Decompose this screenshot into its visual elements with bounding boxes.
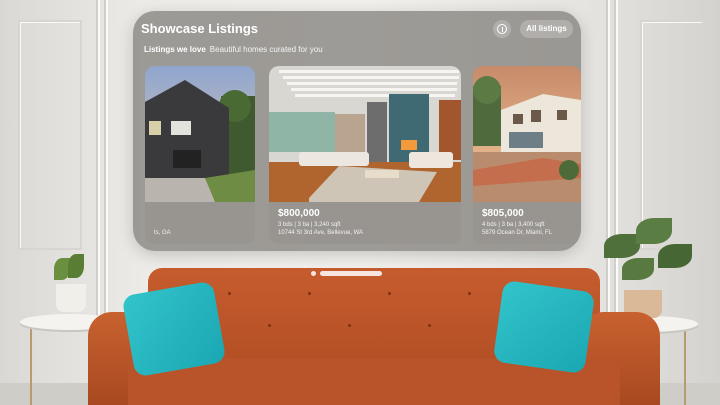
plant-leaf (68, 254, 84, 278)
listing-photo (473, 66, 581, 202)
window-title: Showcase Listings (141, 21, 259, 36)
plant-leaf (658, 244, 692, 268)
listing-card[interactable]: $800,000 3 bds | 3 ba | 3,240 sqft 10744… (269, 66, 461, 244)
plant-leaf (604, 234, 640, 258)
pillow-right (492, 279, 596, 375)
listing-photo (145, 66, 255, 202)
info-icon-glyph (501, 26, 503, 32)
section-subheading: Beautiful homes curated for you (209, 45, 323, 54)
window-close-dot[interactable] (311, 271, 316, 276)
table-leg (684, 324, 686, 405)
listing-address: ts, GA (154, 230, 171, 236)
listing-card[interactable]: $805,000 4 bds | 3 ba | 3,400 sqft 5879 … (473, 66, 581, 244)
listings-window: Showcase Listings All listings Listings … (133, 11, 581, 251)
listing-specs: 3 bds | 3 ba | 3,240 sqft (278, 222, 341, 228)
listing-address: 5879 Ocean Dr, Miami, FL (482, 230, 553, 236)
listing-specs: 4 bds | 3 ba | 3,400 sqft (482, 222, 545, 228)
listing-card[interactable]: ts, GA (145, 66, 255, 244)
listing-price: $800,000 (278, 208, 320, 219)
section-heading: Listings we love (144, 45, 206, 54)
window-grabber[interactable] (320, 271, 382, 276)
info-button[interactable] (493, 20, 511, 38)
sofa-tuft (468, 292, 471, 295)
sofa-tuft (268, 324, 271, 327)
sofa-tuft (348, 324, 351, 327)
listing-address: 10744 St 3rd Ave, Bellevue, WA (278, 230, 364, 236)
section-header: Listings we love Beautiful homes curated … (144, 45, 323, 54)
listing-photo (269, 66, 461, 202)
all-listings-button[interactable]: All listings (520, 20, 573, 38)
wall-panel-frame (18, 20, 82, 250)
plant-leaf (636, 218, 672, 244)
wall-panel-frame (640, 20, 704, 250)
listing-price: $805,000 (482, 208, 524, 219)
sofa-tuft (228, 292, 231, 295)
sofa-tuft (388, 292, 391, 295)
pillow-left (121, 280, 227, 378)
sofa (88, 268, 660, 405)
sofa-tuft (428, 324, 431, 327)
sofa-tuft (308, 292, 311, 295)
table-leg (30, 320, 32, 405)
plant-pot (56, 284, 86, 312)
